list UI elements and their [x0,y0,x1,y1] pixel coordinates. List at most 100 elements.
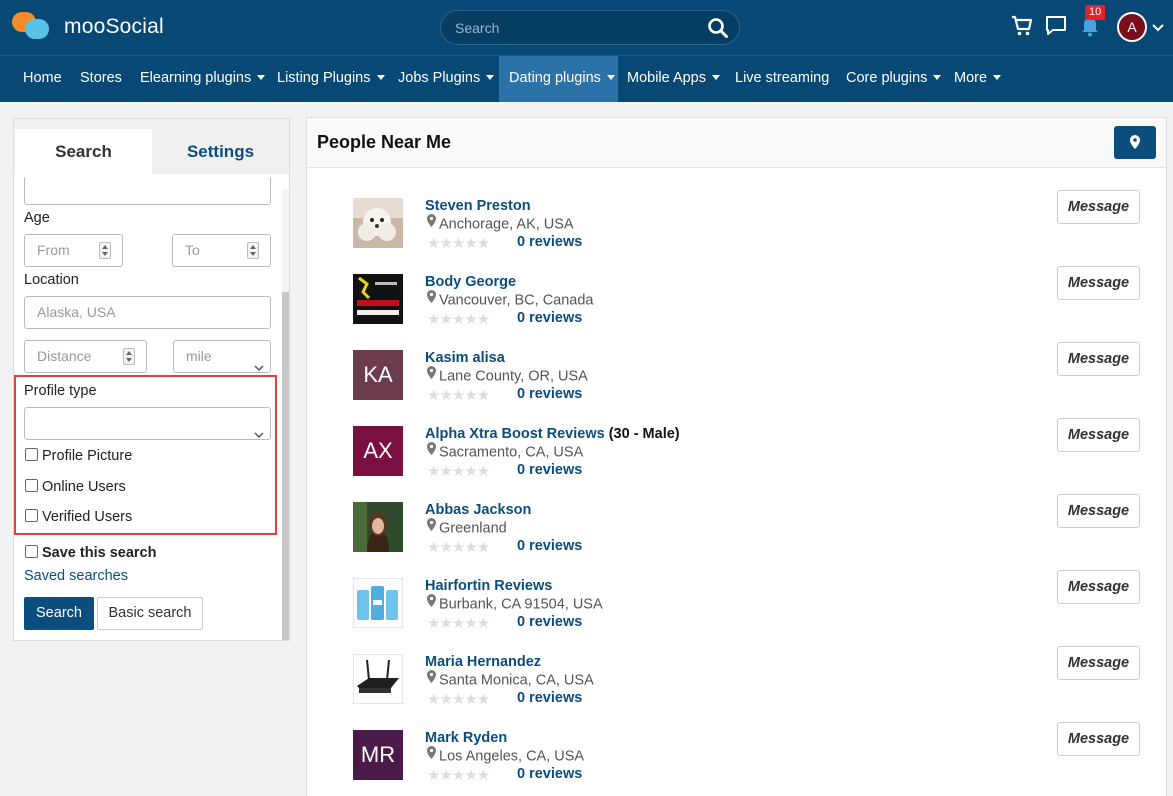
global-search-input[interactable] [455,18,695,38]
location-input[interactable]: Alaska, USA [24,296,271,329]
message-button[interactable]: Message [1057,570,1140,604]
person-row: MR Mark Ryden Los Angeles, CA, USA ★★★★★… [307,722,1166,796]
tab-settings[interactable]: Settings [152,129,289,174]
save-search-checkbox[interactable]: Save this search [25,544,156,561]
spinner-icon[interactable] [99,242,111,259]
profile-type-select[interactable] [24,407,271,440]
tab-search[interactable]: Search [15,129,152,174]
online-users-checkbox[interactable]: Online Users [25,478,126,495]
main-nav: Home Stores Elearning plugins Listing Pl… [0,55,1173,102]
message-button[interactable]: Message [1057,722,1140,756]
cart-icon[interactable] [1011,14,1033,41]
search-icon[interactable] [707,17,729,42]
reviews-link[interactable]: 0 reviews [517,690,582,706]
spinner-icon[interactable] [247,242,259,259]
person-row: Body George Vancouver, BC, Canada ★★★★★ … [307,266,1166,350]
age-to-input[interactable]: To [172,234,271,267]
text-field-partial[interactable] [24,177,271,205]
person-name[interactable]: Kasim alisa [425,350,505,366]
rating-stars: ★★★★★ [427,539,490,556]
scrollbar-thumb[interactable] [282,292,289,640]
reviews-link[interactable]: 0 reviews [517,386,582,402]
reviews-link[interactable]: 0 reviews [517,766,582,782]
nav-item-listing-plugins[interactable]: Listing Plugins [268,56,394,102]
avatar[interactable] [353,502,403,552]
nav-item-dating-plugins[interactable]: Dating plugins [499,56,618,102]
message-button[interactable]: Message [1057,494,1140,528]
avatar[interactable] [353,274,403,324]
message-button[interactable]: Message [1057,342,1140,376]
search-sidebar: Search Settings Age From To Location Ala… [13,118,290,641]
person-name[interactable]: Maria Hernandez [425,654,541,670]
nav-item-more[interactable]: More [945,56,1010,102]
person-name[interactable]: Alpha Xtra Boost Reviews (30 - Male) [425,426,680,442]
avatar[interactable] [353,578,403,628]
caret-down-icon [712,74,720,80]
person-name[interactable]: Steven Preston [425,198,531,214]
distance-unit-select[interactable]: mile [173,340,271,373]
person-location: Anchorage, AK, USA [427,214,574,233]
saved-searches-link[interactable]: Saved searches [24,568,128,584]
search-button[interactable]: Search [24,597,94,630]
caret-down-icon [933,74,942,80]
profile-picture-checkbox[interactable]: Profile Picture [25,447,132,464]
rating-stars: ★★★★★ [427,387,490,404]
message-button[interactable]: Message [1057,190,1140,224]
site-logo[interactable]: mooSocial [12,12,164,42]
user-avatar[interactable]: A [1117,12,1147,42]
spinner-icon[interactable] [123,348,135,365]
avatar[interactable]: AX [353,426,403,476]
map-pin-icon [427,670,436,687]
person-name[interactable]: Hairfortin Reviews [425,578,552,594]
chevron-down-icon[interactable] [1152,20,1164,36]
sidebar-tabs: Search Settings [14,119,289,174]
reviews-link[interactable]: 0 reviews [517,614,582,630]
avatar[interactable] [353,198,403,248]
person-name[interactable]: Mark Ryden [425,730,507,746]
reviews-link[interactable]: 0 reviews [517,310,582,326]
caret-down-icon [257,74,266,80]
person-location: Sacramento, CA, USA [427,442,583,461]
avatar[interactable]: KA [353,350,403,400]
reviews-link[interactable]: 0 reviews [517,234,582,250]
age-from-input[interactable]: From [24,234,123,267]
message-button[interactable]: Message [1057,646,1140,680]
map-pin-icon [427,214,436,231]
reviews-link[interactable]: 0 reviews [517,538,582,554]
rating-stars: ★★★★★ [427,615,490,632]
map-button[interactable] [1114,126,1156,159]
person-age-gender: (30 - Male) [608,426,680,442]
nav-item-stores[interactable]: Stores [71,56,131,102]
person-row: AX Alpha Xtra Boost Reviews (30 - Male) … [307,418,1166,502]
avatar[interactable]: MR [353,730,403,780]
chevron-down-icon [254,419,264,450]
nav-item-mobile-apps[interactable]: Mobile Apps [618,56,729,102]
logo-text: mooSocial [64,15,164,38]
person-name[interactable]: Abbas Jackson [425,502,531,518]
person-row: Abbas Jackson Greenland ★★★★★ 0 reviews … [307,494,1166,578]
message-button[interactable]: Message [1057,266,1140,300]
message-button[interactable]: Message [1057,418,1140,452]
profile-type-label: Profile type [24,383,97,399]
basic-search-button[interactable]: Basic search [97,597,203,630]
panel-header: People Near Me [307,118,1166,168]
location-label: Location [24,272,79,288]
verified-users-checkbox[interactable]: Verified Users [25,508,132,525]
nav-item-jobs-plugins[interactable]: Jobs Plugins [389,56,503,102]
reviews-link[interactable]: 0 reviews [517,462,582,478]
person-location: Vancouver, BC, Canada [427,290,594,309]
rating-stars: ★★★★★ [427,463,490,480]
avatar[interactable] [353,654,403,704]
nav-item-live-streaming[interactable]: Live streaming [726,56,838,102]
nav-item-elearning-plugins[interactable]: Elearning plugins [131,56,274,102]
nav-item-home[interactable]: Home [14,56,71,102]
distance-input[interactable]: Distance [24,340,147,373]
person-row: KA Kasim alisa Lane County, OR, USA ★★★★… [307,342,1166,426]
map-pin-icon [427,518,436,535]
person-name[interactable]: Body George [425,274,516,290]
top-header: mooSocial 10 A [0,0,1173,55]
map-pin-icon [427,366,436,383]
nav-item-core-plugins[interactable]: Core plugins [837,56,950,102]
chat-icon[interactable] [1045,14,1067,41]
person-location: Greenland [427,518,507,537]
